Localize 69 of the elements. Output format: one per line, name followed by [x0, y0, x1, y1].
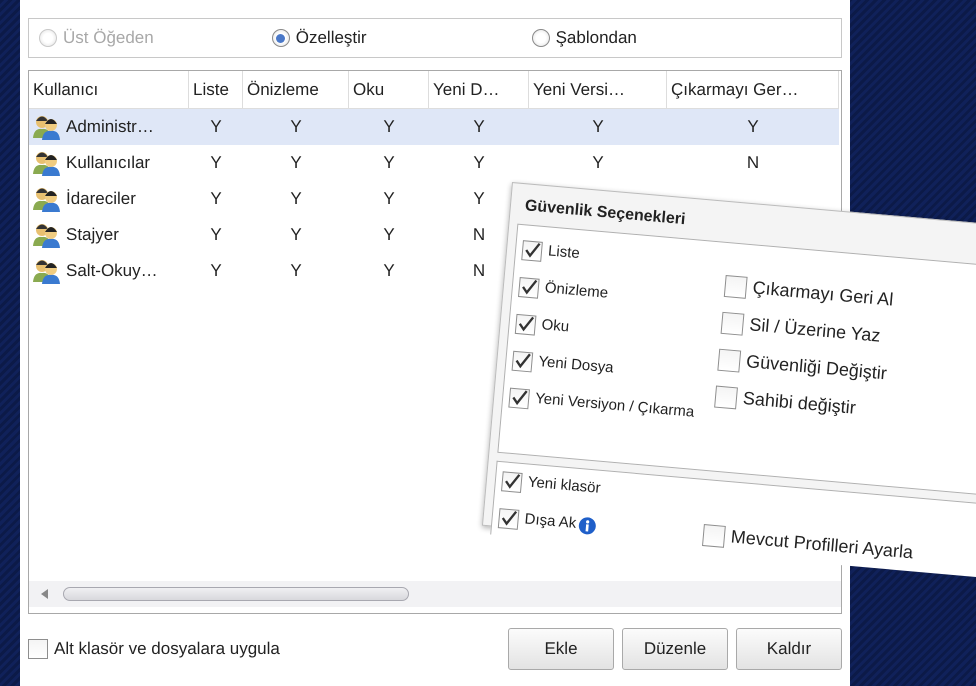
- table-cell-text: Y: [289, 224, 303, 246]
- info-icon: [577, 516, 597, 536]
- table-cell: Y: [349, 109, 429, 145]
- scrollbar-thumb[interactable]: [63, 587, 409, 601]
- checkbox-label: Yeni Versiyon / Çıkarma: [534, 389, 696, 423]
- checkbox-label: Alt klasör ve dosyalara uygula: [54, 638, 280, 660]
- checkbox-label: Mevcut Profilleri Ayarla: [730, 525, 914, 564]
- panel-title: Güvenlik Seçenekleri: [524, 196, 686, 230]
- table-cell-text: Y: [382, 188, 396, 210]
- checkbox-label: Çıkarmayı Geri Al: [752, 276, 894, 312]
- checkbox[interactable]: [702, 524, 726, 548]
- checkbox-label: Güvenliği Değiştir: [745, 350, 888, 386]
- checkbox[interactable]: [498, 508, 520, 530]
- checkbox-label: Sil / Üzerine Yaz: [748, 313, 882, 348]
- table-cell-text: N: [472, 260, 486, 282]
- scroll-left-icon[interactable]: [39, 589, 51, 599]
- checkbox-label: Dışa Ak: [524, 510, 578, 534]
- checkbox[interactable]: [508, 387, 530, 409]
- checkbox[interactable]: [714, 385, 738, 409]
- user-cell[interactable]: Administr…: [29, 109, 189, 145]
- table-cell-text: Y: [591, 152, 605, 174]
- checkbox-label: Önizleme: [544, 278, 609, 304]
- user-cell[interactable]: Salt-Okuy…: [29, 253, 189, 289]
- radio-option[interactable]: Şablondan: [532, 25, 637, 51]
- table-cell: Y: [529, 109, 667, 145]
- checkbox[interactable]: [724, 274, 748, 298]
- dialog-button[interactable]: Ekle: [508, 628, 614, 670]
- table-cell-text: Y: [382, 152, 396, 174]
- table-cell-text: N: [472, 224, 486, 246]
- table-cell-text: Y: [209, 224, 223, 246]
- checkbox-label: Yeni Dosya: [537, 352, 614, 379]
- table-cell-text: Y: [209, 260, 223, 282]
- checkbox-label: Oku: [540, 315, 570, 338]
- checkbox-label: Liste: [547, 242, 581, 264]
- checkbox[interactable]: [501, 470, 523, 492]
- dialog-button[interactable]: Kaldır: [736, 628, 842, 670]
- user-group-icon: [31, 114, 63, 140]
- table-cell-text: Y: [382, 224, 396, 246]
- checkbox[interactable]: [518, 276, 540, 298]
- checkbox[interactable]: [514, 313, 536, 336]
- radio-option[interactable]: Özelleştir: [272, 25, 367, 51]
- user-group-icon: [31, 186, 63, 212]
- table-cell-text: Y: [209, 188, 223, 210]
- user-cell[interactable]: Kullanıcılar: [29, 145, 189, 181]
- table-cell: Y: [243, 109, 349, 145]
- table-cell-text: N: [746, 152, 760, 174]
- checkbox[interactable]: [28, 639, 48, 659]
- user-group-icon: [31, 150, 63, 176]
- table-cell-text: Y: [289, 260, 303, 282]
- dialog-button[interactable]: Düzenle: [622, 628, 728, 670]
- checkbox[interactable]: [512, 350, 534, 372]
- user-cell[interactable]: İdareciler: [29, 181, 189, 217]
- horizontal-scrollbar[interactable]: [29, 581, 841, 607]
- table-cell: Y: [189, 109, 243, 145]
- table-cell-text: Y: [382, 260, 396, 282]
- table-cell: Y: [429, 109, 529, 145]
- table-cell-text: Y: [472, 152, 486, 174]
- checkbox-label: Sahibi değiştir: [742, 387, 857, 420]
- table-cell-text: Y: [289, 188, 303, 210]
- user-group-icon: [31, 258, 63, 284]
- checkbox[interactable]: [717, 348, 742, 372]
- checkbox[interactable]: [720, 311, 744, 336]
- checkbox-label: Yeni klasör: [526, 472, 602, 500]
- table-cell-text: Y: [209, 152, 223, 174]
- table-cell: Y: [667, 109, 839, 145]
- user-cell[interactable]: Stajyer: [29, 217, 189, 253]
- user-group-icon: [31, 222, 63, 248]
- checkbox[interactable]: [521, 240, 543, 262]
- table-cell-text: Y: [289, 152, 303, 174]
